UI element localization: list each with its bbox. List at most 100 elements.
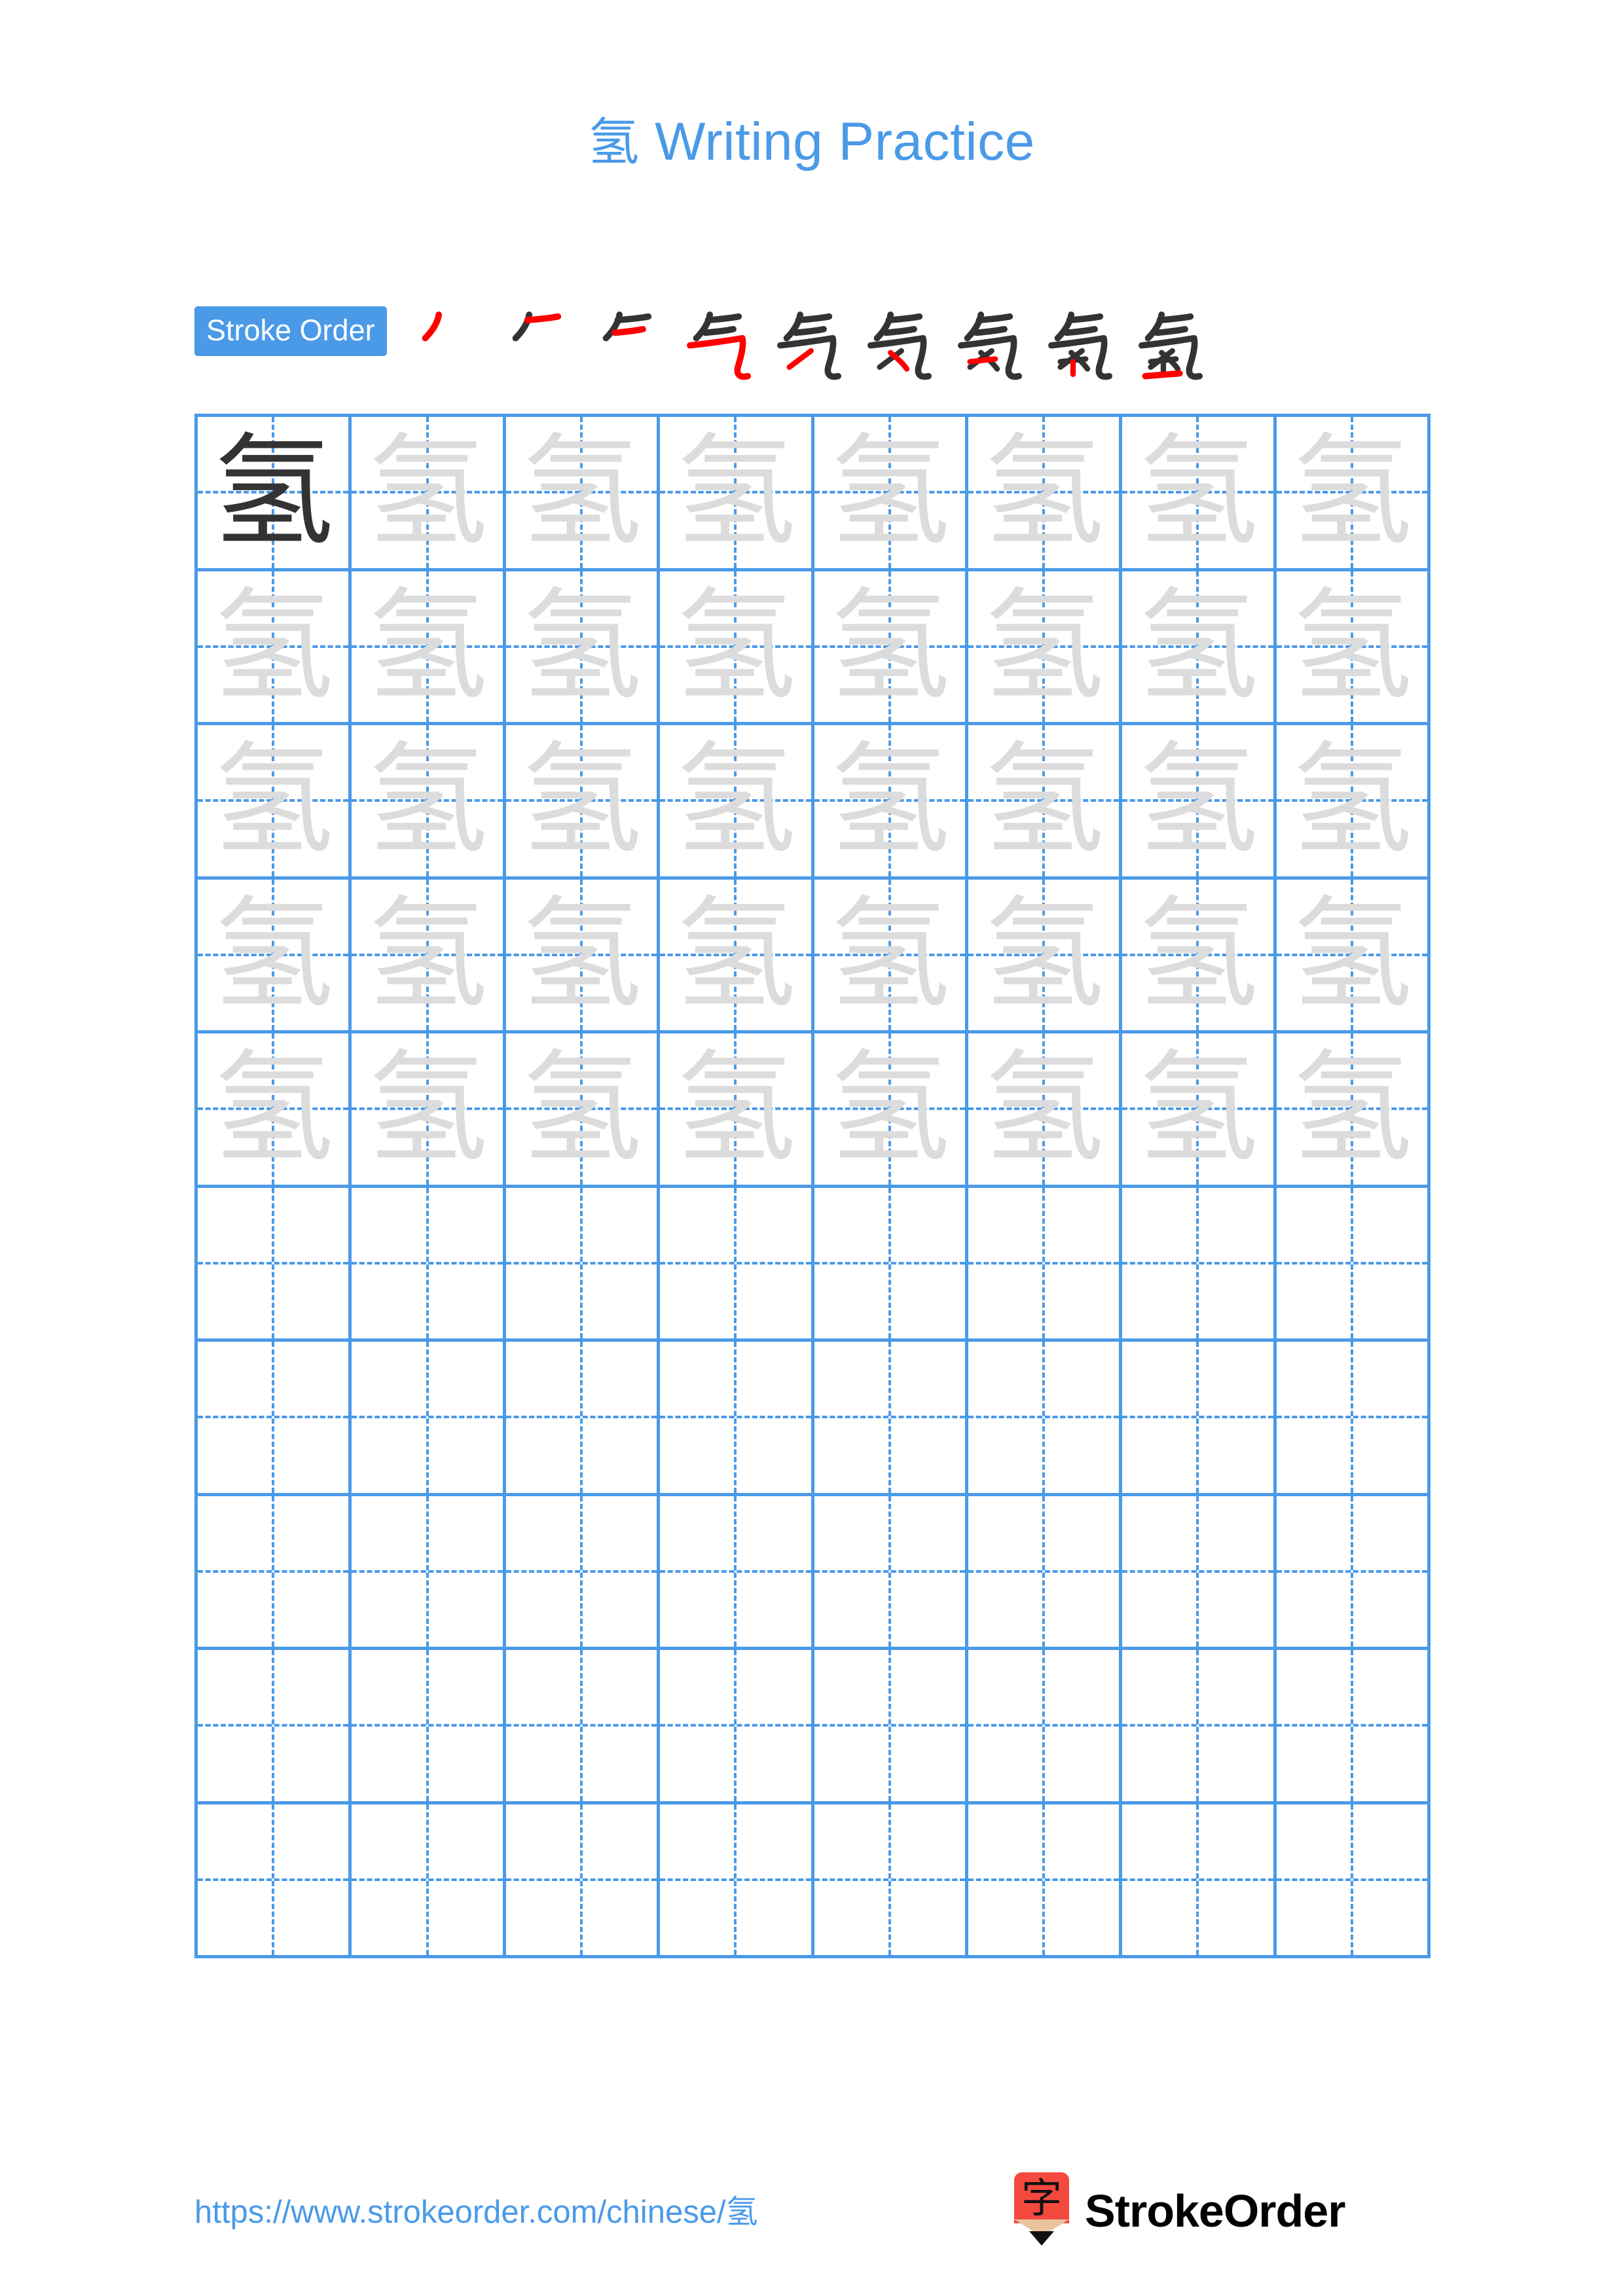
practice-grid-cell[interactable] (1122, 1342, 1277, 1496)
pencil-body: 字 (1014, 2172, 1069, 2223)
footer-url-character: 氢 (725, 2193, 758, 2231)
practice-grid-row (198, 1187, 1431, 1342)
brand-name: StrokeOrder (1085, 2185, 1345, 2236)
practice-grid-cell[interactable] (1122, 1650, 1277, 1804)
practice-grid-cell[interactable]: 氢 (1122, 417, 1277, 571)
practice-grid-cell[interactable]: 氢 (1122, 1033, 1277, 1188)
practice-grid-cell[interactable] (1122, 1187, 1277, 1342)
trace-character: 氢 (212, 1037, 335, 1180)
practice-grid-cell[interactable] (660, 1187, 814, 1342)
practice-grid-cell[interactable]: 氢 (505, 725, 661, 880)
practice-grid-cell[interactable]: 氢 (198, 571, 352, 725)
practice-grid-cell[interactable] (814, 1650, 968, 1804)
practice-grid-cell[interactable]: 氢 (198, 725, 352, 880)
practice-grid-cell[interactable]: 氢 (1122, 571, 1277, 725)
practice-grid-cell[interactable]: 氢 (660, 417, 814, 571)
practice-grid-cell[interactable]: 氢 (814, 879, 968, 1033)
practice-grid-cell[interactable] (505, 1804, 661, 1958)
practice-grid-cell[interactable] (1276, 1496, 1431, 1650)
practice-grid-cell[interactable]: 氢 (968, 417, 1123, 571)
stroke-step-3 (583, 305, 674, 384)
practice-grid-cell[interactable]: 氢 (198, 879, 352, 1033)
practice-grid-cell[interactable] (660, 1804, 814, 1958)
footer-brand[interactable]: 字 StrokeOrder (1012, 2172, 1345, 2250)
practice-grid-cell[interactable]: 氢 (814, 1033, 968, 1188)
practice-grid-cell[interactable]: 氢 (352, 1033, 506, 1188)
practice-grid-cell[interactable] (1122, 1496, 1277, 1650)
practice-grid-cell[interactable]: 氢 (660, 1033, 814, 1188)
trace-character: 氢 (1137, 1037, 1259, 1180)
practice-grid-cell[interactable]: 氢 (814, 417, 968, 571)
practice-grid-cell[interactable] (814, 1496, 968, 1650)
trace-character: 氢 (212, 575, 335, 717)
practice-grid-cell[interactable]: 氢 (968, 879, 1123, 1033)
practice-grid-cell[interactable] (660, 1496, 814, 1650)
practice-grid-cell[interactable] (1276, 1650, 1431, 1804)
practice-grid-cell[interactable] (198, 1804, 352, 1958)
practice-grid-cell[interactable]: 氢 (1276, 571, 1431, 725)
practice-grid-cell[interactable]: 氢 (1276, 417, 1431, 571)
practice-grid-cell[interactable] (968, 1650, 1123, 1804)
practice-grid-cell[interactable] (198, 1650, 352, 1804)
practice-grid-cell[interactable] (660, 1650, 814, 1804)
page-title-suffix: Writing Practice (639, 112, 1035, 171)
practice-grid-cell[interactable] (660, 1342, 814, 1496)
practice-grid-cell[interactable] (198, 1496, 352, 1650)
practice-grid-cell[interactable] (968, 1496, 1123, 1650)
practice-grid-cell[interactable]: 氢 (352, 417, 506, 571)
practice-grid-cell[interactable] (198, 1342, 352, 1496)
practice-grid-cell[interactable]: 氢 (352, 725, 506, 880)
footer-url[interactable]: https://www.strokeorder.com/chinese/氢 (194, 2186, 758, 2233)
practice-grid-cell[interactable]: 氢 (198, 417, 352, 571)
practice-grid-cell[interactable] (505, 1496, 661, 1650)
practice-grid-cell[interactable] (352, 1187, 506, 1342)
practice-grid-cell[interactable]: 氢 (1122, 725, 1277, 880)
practice-grid-row: 氢氢氢氢氢氢氢氢 (198, 725, 1431, 880)
practice-grid-cell[interactable]: 氢 (1276, 725, 1431, 880)
practice-grid-cell[interactable]: 氢 (505, 571, 661, 725)
practice-grid-cell[interactable] (198, 1187, 352, 1342)
practice-grid-cell[interactable]: 氢 (352, 879, 506, 1033)
stroke-step-7 (945, 305, 1035, 384)
practice-grid-cell[interactable] (352, 1342, 506, 1496)
practice-grid-cell[interactable]: 氢 (505, 879, 661, 1033)
practice-grid-cell[interactable] (814, 1187, 968, 1342)
practice-grid-cell[interactable] (968, 1342, 1123, 1496)
practice-grid-cell[interactable] (814, 1342, 968, 1496)
practice-grid-cell[interactable] (968, 1187, 1123, 1342)
practice-grid-cell[interactable] (1276, 1342, 1431, 1496)
practice-grid-cell[interactable] (1276, 1187, 1431, 1342)
practice-grid-cell[interactable]: 氢 (505, 417, 661, 571)
practice-grid: 氢氢氢氢氢氢氢氢氢氢氢氢氢氢氢氢氢氢氢氢氢氢氢氢氢氢氢氢氢氢氢氢氢氢氢氢氢氢氢氢 (194, 414, 1431, 1958)
practice-grid-cell[interactable]: 氢 (814, 571, 968, 725)
practice-grid-cell[interactable] (352, 1496, 506, 1650)
practice-grid-cell[interactable] (352, 1650, 506, 1804)
practice-grid-cell[interactable]: 氢 (660, 725, 814, 880)
practice-grid-cell[interactable]: 氢 (814, 725, 968, 880)
practice-grid-cell[interactable]: 氢 (1122, 879, 1277, 1033)
practice-grid-cell[interactable]: 氢 (968, 725, 1123, 880)
practice-grid-cell[interactable]: 氢 (1276, 879, 1431, 1033)
practice-grid-cell[interactable] (1276, 1804, 1431, 1958)
practice-grid-cell[interactable]: 氢 (660, 879, 814, 1033)
practice-grid-cell[interactable] (505, 1342, 661, 1496)
practice-grid-cell[interactable] (814, 1804, 968, 1958)
practice-grid-cell[interactable]: 氢 (968, 1033, 1123, 1188)
practice-grid-cell[interactable]: 氢 (968, 571, 1123, 725)
practice-grid-cell[interactable]: 氢 (352, 571, 506, 725)
practice-grid-cell[interactable]: 氢 (198, 1033, 352, 1188)
trace-character: 氢 (983, 421, 1105, 564)
stroke-step-5 (764, 305, 854, 384)
practice-grid-cell[interactable] (1122, 1804, 1277, 1958)
practice-grid-cell[interactable]: 氢 (660, 571, 814, 725)
practice-grid-cell[interactable]: 氢 (1276, 1033, 1431, 1188)
trace-character: 氢 (1290, 883, 1413, 1026)
practice-grid-cell[interactable] (352, 1804, 506, 1958)
practice-grid-row: 氢氢氢氢氢氢氢氢 (198, 417, 1431, 571)
stroke-order-section: Stroke Order (194, 305, 1216, 380)
trace-character: 氢 (983, 575, 1105, 717)
practice-grid-cell[interactable] (505, 1187, 661, 1342)
practice-grid-cell[interactable]: 氢 (505, 1033, 661, 1188)
practice-grid-cell[interactable] (505, 1650, 661, 1804)
practice-grid-cell[interactable] (968, 1804, 1123, 1958)
